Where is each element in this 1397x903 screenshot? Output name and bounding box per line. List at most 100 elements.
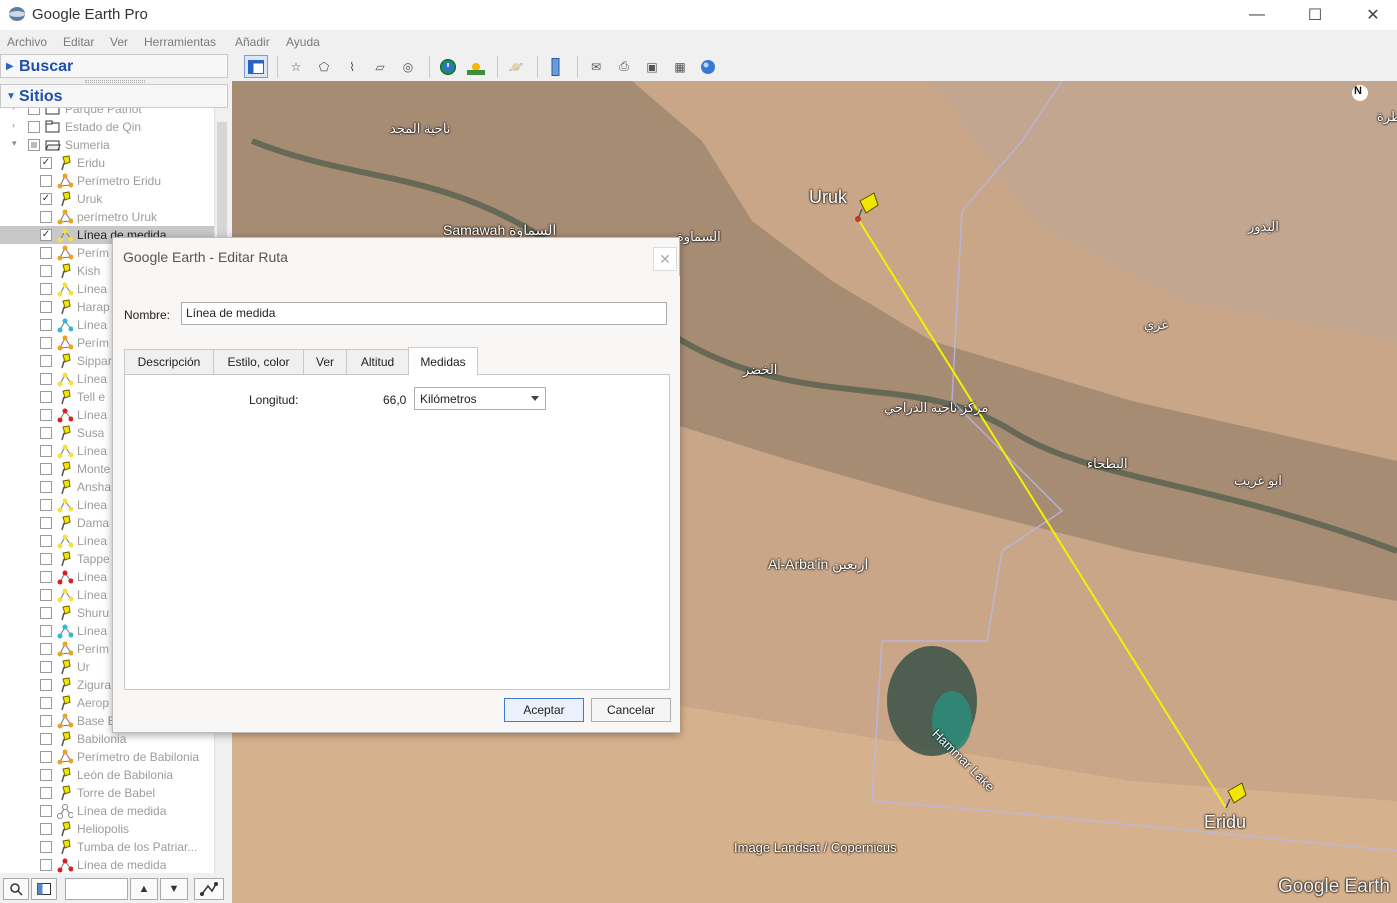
- historical-imagery-button[interactable]: [436, 55, 460, 78]
- menu-herramientas[interactable]: Herramientas: [144, 35, 216, 49]
- places-panel-header[interactable]: ▼ Sitios: [0, 84, 228, 108]
- add-overlay-button[interactable]: ▱: [368, 55, 392, 78]
- tree-item[interactable]: Línea de medida: [0, 856, 214, 873]
- print-button[interactable]: ⎙: [612, 55, 636, 78]
- tree-item[interactable]: Perímetro Eridu: [0, 172, 214, 190]
- visibility-checkbox[interactable]: [40, 283, 52, 295]
- tree-item[interactable]: Heliopolis: [0, 820, 214, 838]
- visibility-checkbox[interactable]: [28, 139, 40, 151]
- visibility-checkbox[interactable]: [40, 481, 52, 493]
- tree-item[interactable]: › Estado de Qin: [0, 118, 214, 136]
- menu-archivo[interactable]: Archivo: [7, 35, 47, 49]
- visibility-checkbox[interactable]: [40, 265, 52, 277]
- google-maps-button[interactable]: ▦: [668, 55, 692, 78]
- name-field[interactable]: Línea de medida: [181, 302, 667, 325]
- visibility-checkbox[interactable]: [40, 841, 52, 853]
- menu-ver[interactable]: Ver: [110, 35, 128, 49]
- search-panel-header[interactable]: ▶ Buscar: [0, 54, 228, 78]
- visibility-checkbox[interactable]: [40, 607, 52, 619]
- toggle-panel-button[interactable]: [31, 878, 57, 900]
- tree-item[interactable]: ✓ Eridu: [0, 154, 214, 172]
- tree-item[interactable]: Perímetro de Babilonia: [0, 748, 214, 766]
- unit-dropdown[interactable]: Kilómetros: [414, 387, 546, 410]
- tree-item[interactable]: León de Babilonia: [0, 766, 214, 784]
- visibility-checkbox[interactable]: [40, 463, 52, 475]
- visibility-checkbox[interactable]: [40, 409, 52, 421]
- expand-toggle-icon[interactable]: ▾: [12, 138, 17, 149]
- menu-ayuda[interactable]: Ayuda: [286, 35, 320, 49]
- minimize-button[interactable]: —: [1228, 0, 1286, 30]
- tour-button[interactable]: [194, 878, 224, 900]
- visibility-checkbox[interactable]: [40, 427, 52, 439]
- visibility-checkbox[interactable]: [40, 355, 52, 367]
- tree-item[interactable]: Torre de Babel: [0, 784, 214, 802]
- visibility-checkbox[interactable]: [40, 499, 52, 511]
- visibility-checkbox[interactable]: [40, 625, 52, 637]
- places-filter-input[interactable]: [65, 878, 128, 900]
- tree-item[interactable]: perímetro Uruk: [0, 208, 214, 226]
- sidebar-toggle-button[interactable]: [244, 55, 268, 78]
- tree-item[interactable]: ✓ Uruk: [0, 190, 214, 208]
- scrollbar-thumb[interactable]: [217, 122, 227, 242]
- tab-altitud[interactable]: Altitud: [346, 349, 409, 374]
- tab-estilo-color[interactable]: Estilo, color: [213, 349, 304, 374]
- record-tour-button[interactable]: ◎: [396, 55, 420, 78]
- accept-button[interactable]: Aceptar: [504, 698, 584, 722]
- visibility-checkbox[interactable]: [40, 787, 52, 799]
- visibility-checkbox[interactable]: [40, 589, 52, 601]
- tree-item[interactable]: Tumba de los Patriar...: [0, 838, 214, 856]
- menu-anadir[interactable]: Añadir: [235, 35, 270, 49]
- visibility-checkbox[interactable]: [40, 391, 52, 403]
- visibility-checkbox[interactable]: [28, 108, 40, 115]
- sunlight-button[interactable]: [464, 55, 488, 78]
- visibility-checkbox[interactable]: [40, 535, 52, 547]
- close-window-button[interactable]: ✕: [1344, 0, 1397, 30]
- visibility-checkbox[interactable]: [40, 247, 52, 259]
- visibility-checkbox[interactable]: [40, 679, 52, 691]
- visibility-checkbox[interactable]: [40, 805, 52, 817]
- visibility-checkbox[interactable]: [40, 445, 52, 457]
- visibility-checkbox[interactable]: [40, 337, 52, 349]
- add-path-button[interactable]: ⌇: [340, 55, 364, 78]
- visibility-checkbox[interactable]: [28, 121, 40, 133]
- visibility-checkbox[interactable]: [40, 769, 52, 781]
- tab-medidas[interactable]: Medidas: [408, 347, 478, 375]
- move-down-button[interactable]: ▼: [160, 878, 188, 900]
- maximize-button[interactable]: ☐: [1286, 0, 1344, 30]
- visibility-checkbox[interactable]: [40, 553, 52, 565]
- visibility-checkbox[interactable]: [40, 643, 52, 655]
- expand-toggle-icon[interactable]: ›: [12, 108, 15, 112]
- panel-resize-grip[interactable]: [85, 80, 145, 83]
- earth-view-button[interactable]: [696, 55, 720, 78]
- visibility-checkbox[interactable]: [40, 661, 52, 673]
- visibility-checkbox[interactable]: [40, 301, 52, 313]
- save-image-button[interactable]: ▣: [640, 55, 664, 78]
- menu-editar[interactable]: Editar: [63, 35, 94, 49]
- visibility-checkbox[interactable]: [40, 751, 52, 763]
- visibility-checkbox[interactable]: [40, 715, 52, 727]
- tab-descripcion[interactable]: Descripción: [124, 349, 214, 374]
- tab-ver[interactable]: Ver: [303, 349, 347, 374]
- visibility-checkbox[interactable]: [40, 823, 52, 835]
- tree-item[interactable]: Línea de medida: [0, 802, 214, 820]
- visibility-checkbox[interactable]: [40, 373, 52, 385]
- visibility-checkbox[interactable]: [40, 733, 52, 745]
- visibility-checkbox[interactable]: [40, 211, 52, 223]
- expand-toggle-icon[interactable]: ›: [12, 120, 15, 130]
- visibility-checkbox[interactable]: [40, 571, 52, 583]
- visibility-checkbox[interactable]: [40, 859, 52, 871]
- visibility-checkbox[interactable]: [40, 175, 52, 187]
- planets-button[interactable]: 🪐: [504, 55, 528, 78]
- visibility-checkbox[interactable]: [40, 319, 52, 331]
- move-up-button[interactable]: ▲: [130, 878, 158, 900]
- visibility-checkbox[interactable]: ✓: [40, 193, 52, 205]
- visibility-checkbox[interactable]: ✓: [40, 229, 52, 241]
- visibility-checkbox[interactable]: [40, 697, 52, 709]
- search-places-button[interactable]: [3, 878, 29, 900]
- add-placemark-button[interactable]: ☆: [284, 55, 308, 78]
- dialog-close-button[interactable]: ✕: [653, 247, 677, 271]
- email-button[interactable]: ✉: [584, 55, 608, 78]
- ruler-button[interactable]: [544, 55, 568, 78]
- cancel-button[interactable]: Cancelar: [591, 698, 671, 722]
- tree-item[interactable]: › Parque Patriot: [0, 108, 214, 118]
